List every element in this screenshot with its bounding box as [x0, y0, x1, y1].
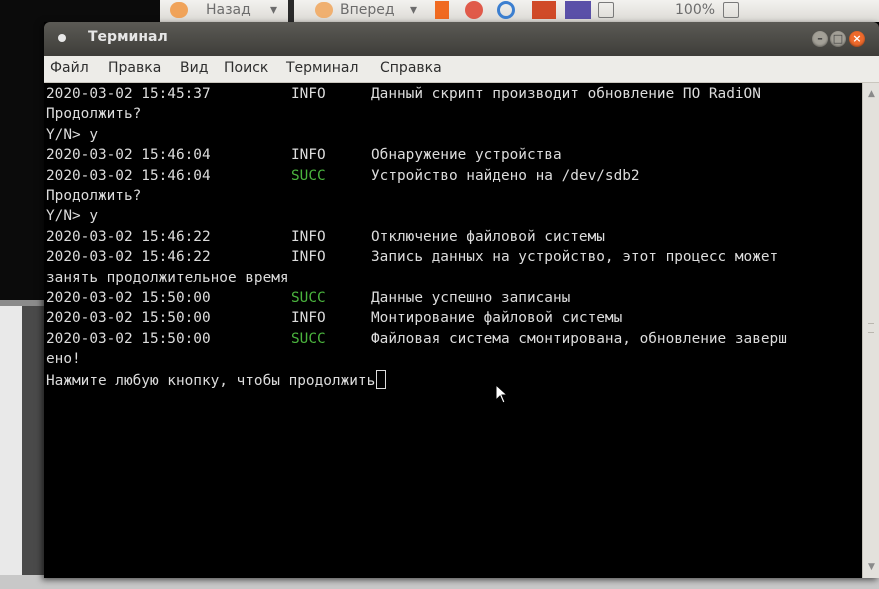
- window-title: Терминал: [88, 29, 168, 45]
- menu-view[interactable]: Вид: [180, 60, 208, 76]
- title-bar[interactable]: Терминал – □ ×: [44, 22, 879, 56]
- log-level: INFO: [291, 86, 326, 102]
- monitor-icon[interactable]: [565, 1, 591, 19]
- forward-arrow-icon[interactable]: [315, 2, 333, 18]
- background-window-edge: [0, 306, 22, 589]
- window-menu-icon[interactable]: [58, 34, 66, 42]
- text-cursor: [376, 369, 387, 389]
- log-level: SUCC: [291, 167, 326, 184]
- terminal-text: Продолжить?: [46, 188, 142, 204]
- maximize-button[interactable]: □: [830, 31, 846, 47]
- zoom-out-icon[interactable]: [598, 2, 614, 18]
- scroll-down-icon[interactable]: ▼: [863, 560, 879, 574]
- terminal-line: Продолжить?: [46, 186, 141, 206]
- terminal-line: Y/N> y: [46, 206, 98, 226]
- terminal-text: занять продолжительное время: [46, 269, 289, 286]
- scroll-up-icon[interactable]: ▲: [863, 87, 879, 101]
- close-button[interactable]: ×: [849, 31, 865, 47]
- close-icon: ×: [852, 32, 862, 45]
- log-message: Запись данных на устройство, этот процес…: [371, 249, 779, 266]
- stop-icon[interactable]: [465, 1, 483, 19]
- home-icon[interactable]: [435, 1, 449, 19]
- log-message: Данные успешно записаны: [371, 290, 571, 306]
- log-timestamp: 2020-03-02 15:50:00: [46, 310, 211, 327]
- mouse-pointer-icon: [495, 384, 509, 404]
- back-arrow-icon[interactable]: [170, 2, 188, 18]
- log-timestamp: 2020-03-02 15:45:37: [46, 86, 211, 102]
- menu-file[interactable]: Файл: [50, 60, 89, 76]
- terminal-line: Нажмите любую кнопку, чтобы продолжить: [46, 369, 387, 390]
- terminal-text: Продолжить?: [46, 106, 142, 123]
- log-level: INFO: [291, 228, 326, 245]
- menu-terminal[interactable]: Терминал: [286, 60, 358, 76]
- log-message: Файловая система смонтирована, обновлени…: [371, 330, 787, 347]
- log-timestamp: 2020-03-02 15:50:00: [46, 330, 211, 347]
- menu-bar: Файл Правка Вид Поиск Терминал Справка: [44, 56, 879, 83]
- menu-help[interactable]: Справка: [380, 60, 442, 76]
- minimize-button[interactable]: –: [812, 31, 828, 47]
- log-message: Данный скрипт производит обновление ПО R…: [371, 86, 761, 102]
- terminal-output[interactable]: 2020-03-02 15:45:37 INFO Данный скрипт про…: [44, 83, 862, 578]
- log-level: INFO: [291, 310, 326, 327]
- log-level: SUCC: [291, 330, 326, 347]
- reload-icon[interactable]: [497, 1, 515, 19]
- back-button-label[interactable]: Назад: [206, 2, 251, 18]
- bookmark-icon[interactable]: [532, 1, 556, 19]
- browser-toolbar: Назад ▾ Вперед ▾ 100%: [160, 0, 879, 22]
- zoom-in-icon[interactable]: [723, 2, 739, 18]
- terminal-text: Y/N> y: [46, 126, 98, 143]
- forward-button-label[interactable]: Вперед: [340, 2, 395, 18]
- zoom-level: 100%: [675, 2, 716, 18]
- back-dropdown-icon[interactable]: ▾: [270, 2, 277, 18]
- terminal-window: Терминал – □ × Файл Правка Вид Поиск Тер…: [44, 22, 879, 578]
- terminal-line: занять продолжительное время: [46, 268, 289, 288]
- log-timestamp: 2020-03-02 15:46:22: [46, 249, 211, 266]
- log-message: Устройство найдено на /dev/sdb2: [371, 167, 640, 184]
- log-timestamp: 2020-03-02 15:46:22: [46, 228, 211, 245]
- terminal-text: Нажмите любую кнопку, чтобы продолжить: [46, 372, 376, 389]
- log-timestamp: 2020-03-02 15:46:04: [46, 147, 211, 164]
- log-timestamp: 2020-03-02 15:46:04: [46, 167, 211, 184]
- terminal-text: ено!: [46, 351, 81, 368]
- menu-search[interactable]: Поиск: [224, 60, 268, 76]
- log-message: Отключение файловой системы: [371, 228, 605, 245]
- log-level: SUCC: [291, 290, 326, 306]
- forward-dropdown-icon[interactable]: ▾: [410, 2, 417, 18]
- terminal-line: ено!: [46, 349, 81, 369]
- menu-edit[interactable]: Правка: [108, 60, 161, 76]
- log-level: INFO: [291, 249, 326, 266]
- scroll-grip-icon[interactable]: [868, 323, 874, 333]
- scrollbar[interactable]: ▲ ▼: [862, 83, 879, 578]
- log-message: Монтирование файловой системы: [371, 310, 623, 327]
- terminal-text: Y/N> y: [46, 208, 98, 225]
- log-level: INFO: [291, 147, 326, 164]
- log-timestamp: 2020-03-02 15:50:00: [46, 290, 211, 306]
- terminal-line: Продолжить?: [46, 104, 141, 124]
- log-message: Обнаружение устройства: [371, 147, 562, 164]
- maximize-icon: □: [832, 32, 844, 45]
- toolbar-separator: [288, 0, 294, 22]
- terminal-line: Y/N> y: [46, 125, 98, 145]
- minimize-icon: –: [817, 32, 823, 45]
